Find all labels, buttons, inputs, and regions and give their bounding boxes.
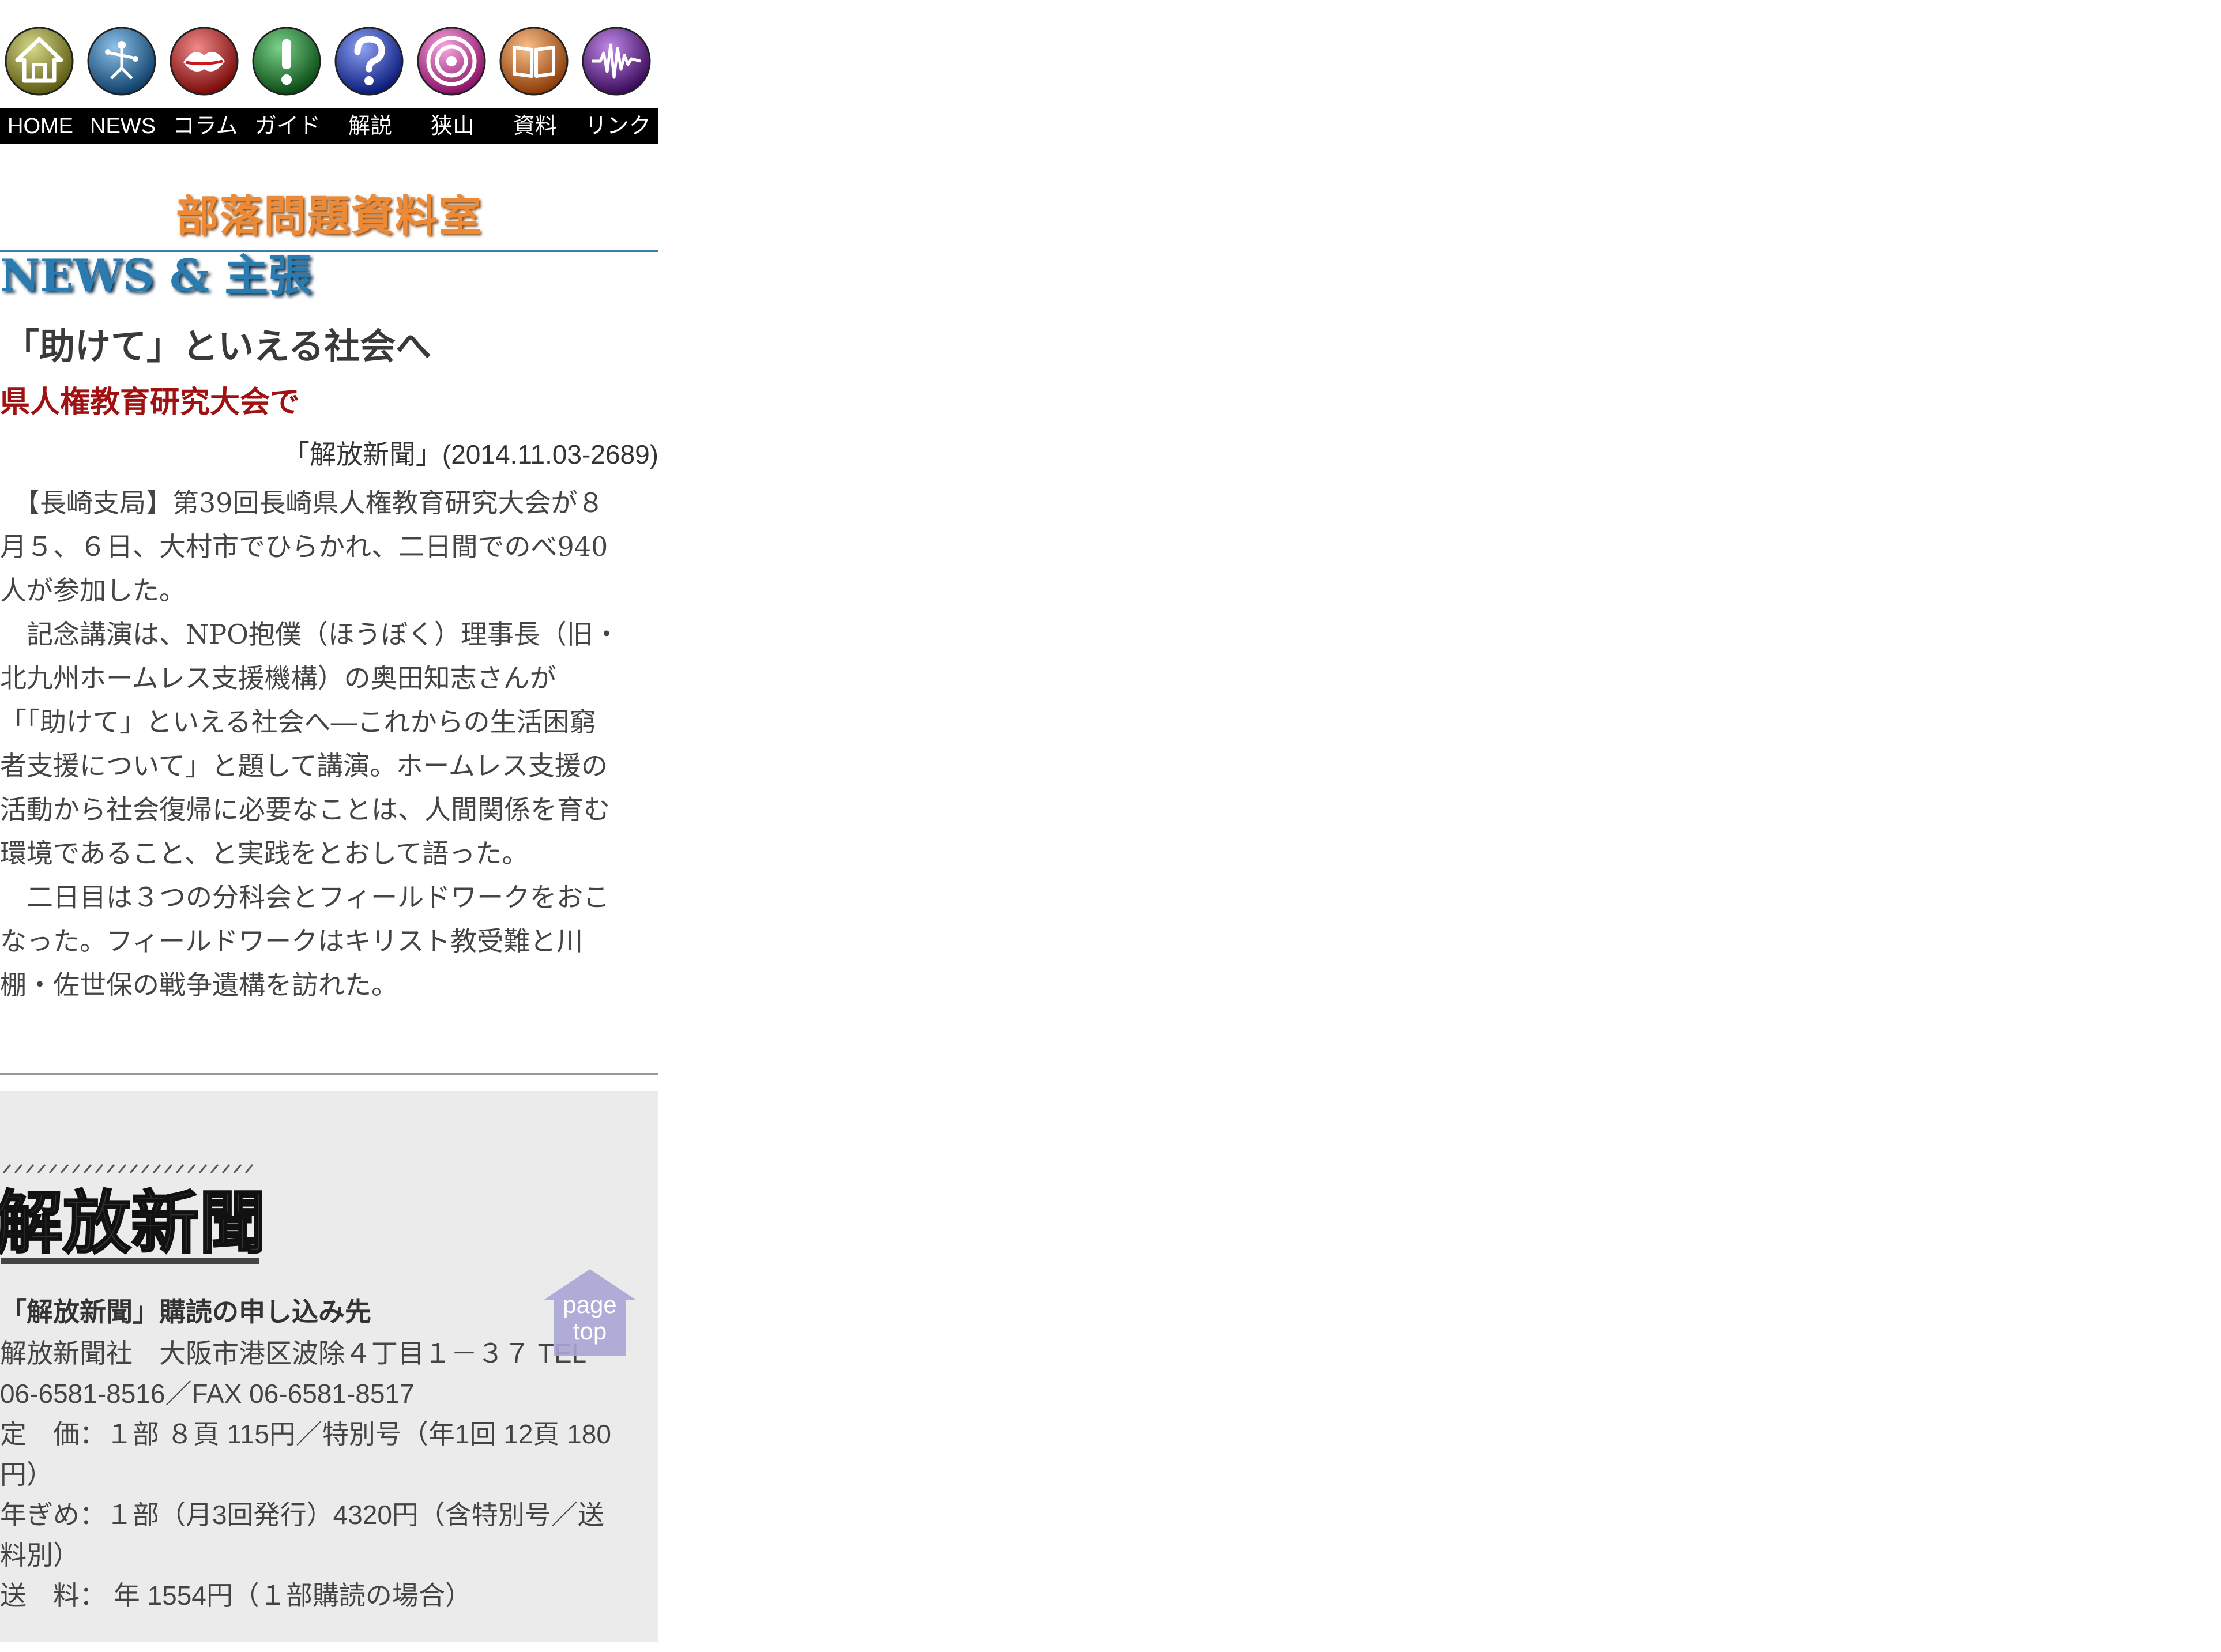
article-line: 環境であること、と実践をとおして語った。 [0, 838, 529, 869]
site-title[interactable]: 部落問題資料室 [0, 190, 658, 242]
section-title: NEWS & 主張 [0, 250, 313, 301]
nav-link-home[interactable]: HOME [0, 108, 81, 144]
article-title: 「助けて」といえる社会へ [3, 327, 432, 367]
article-line: 者支援について」と題して講演。ホームレス支援の [0, 750, 608, 781]
subscription-box: 解放新聞 「解放新聞」購読の申し込み先 解放新聞社 大阪市港区波除４丁目１－３７… [0, 1091, 658, 1642]
nav-link-links[interactable]: リンク [577, 108, 658, 144]
page-top-label-2: top [573, 1318, 607, 1345]
waveform-icon[interactable] [581, 25, 652, 97]
nav-link-column[interactable]: コラム [165, 108, 246, 144]
subscription-line: 06-6581-8516／FAX 06-6581-8517 [0, 1379, 415, 1409]
page-top-label-1: page [563, 1291, 617, 1318]
help-icon[interactable] [333, 25, 405, 97]
nav-link-commentary[interactable]: 解説 [330, 108, 411, 144]
article-line: 人が参加した。 [0, 575, 186, 606]
article-line: 「「助けて」といえる社会へ―これからの生活困窮 [0, 706, 596, 737]
article-line: 北九州ホームレス支援機構）の奥田知志さんが [0, 663, 556, 694]
article-line: 【長崎支局】第39回長崎県人権教育研究大会が８ [0, 487, 604, 518]
article-source: 「解放新聞」(2014.11.03-2689) [283, 439, 658, 469]
subscription-line: 送 料： 年 1554円（１部購読の場合） [0, 1580, 472, 1610]
nav-link-guide[interactable]: ガイド [247, 108, 328, 144]
article-line: 二日目は３つの分科会とフィールドワークをおこ [0, 882, 610, 913]
article-subtitle: 県人権教育研究大会で [0, 386, 300, 419]
nav-link-news[interactable]: NEWS [82, 108, 163, 144]
article-line: なった。フィールドワークはキリスト教受難と川 [0, 925, 584, 957]
guide-icon[interactable] [251, 25, 322, 97]
nav-icon-bar [0, 25, 658, 100]
target-icon[interactable] [416, 25, 487, 97]
subscription-line: 定 価：１部 ８頁 115円／特別号（年1回 12頁 180 [0, 1419, 611, 1449]
page-top-button[interactable]: page top [541, 1267, 639, 1358]
book-icon[interactable] [498, 25, 570, 97]
column-icon[interactable] [168, 25, 240, 97]
article-body: 【長崎支局】第39回長崎県人権教育研究大会が８ 月５、６日、大村市でひらかれ、二… [0, 481, 658, 1007]
nav-link-materials[interactable]: 資料 [495, 108, 575, 144]
home-icon[interactable] [3, 25, 75, 97]
article-line: 記念講演は、NPO抱僕（ほうぼく）理事長（旧・ [0, 619, 620, 650]
subscription-details: 解放新聞社 大阪市港区波除４丁目１－３７ TEL 06-6581-8516／FA… [0, 1333, 658, 1616]
news-icon[interactable] [86, 25, 157, 97]
subscription-line: 料別） [0, 1540, 80, 1570]
subscription-line: 年ぎめ：１部（月3回発行）4320円（含特別号／送 [0, 1500, 604, 1530]
article-line: 棚・佐世保の戦争遺構を訪れた。 [0, 969, 398, 1000]
svg-text:解放新聞: 解放新聞 [0, 1183, 262, 1263]
article-line: 活動から社会復帰に必要なことは、人間関係を育む [0, 794, 610, 825]
article-line: 月５、６日、大村市でひらかれ、二日間でのべ940 [0, 531, 608, 562]
footer-divider [0, 1073, 658, 1075]
kaiho-shinbun-logo[interactable]: 解放新聞 [0, 1161, 262, 1270]
subscription-heading: 「解放新聞」購読の申し込み先 [0, 1297, 371, 1327]
subscription-line: 円） [0, 1459, 53, 1489]
nav-link-sayama[interactable]: 狭山 [412, 108, 493, 144]
nav-label-bar: HOME NEWS コラム ガイド 解説 狭山 資料 リンク [0, 108, 658, 144]
